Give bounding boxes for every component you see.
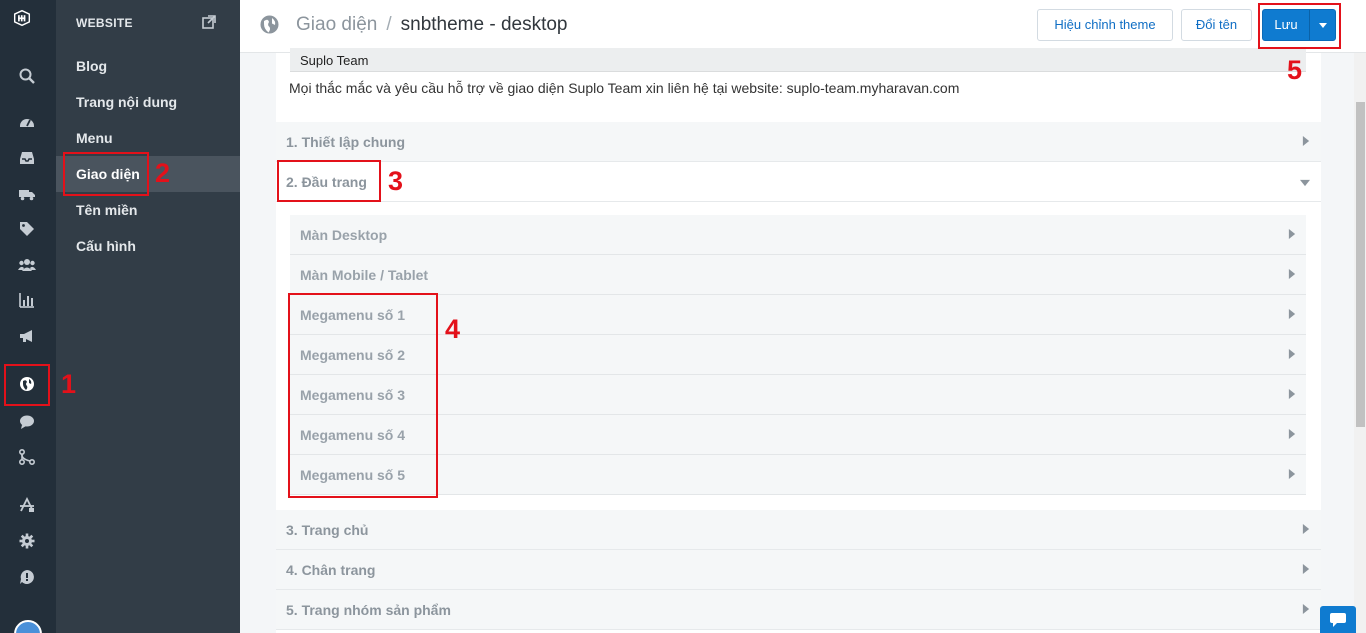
chevron-right-icon <box>1302 136 1310 146</box>
chat-bubble-icon <box>1330 612 1346 627</box>
section-collection-page[interactable]: 5. Trang nhóm sản phẩm <box>276 590 1321 630</box>
apps-icon[interactable] <box>16 494 38 516</box>
sidebar-item-settings[interactable]: Cấu hình <box>56 228 240 264</box>
website-sidebar: WEBSITE Blog Trang nội dung Menu Giao di… <box>56 0 240 633</box>
breadcrumb-separator: / <box>386 14 392 35</box>
chevron-right-icon <box>1302 564 1310 574</box>
top-bar: Giao diện / snbtheme - desktop Hiệu chỉnh … <box>240 0 1366 53</box>
annotation-number-4: 4 <box>445 314 461 344</box>
annotation-number-5: 5 <box>1287 55 1303 85</box>
avatar[interactable] <box>14 620 42 633</box>
chevron-right-icon <box>1302 524 1310 534</box>
chat-widget[interactable] <box>1320 606 1356 633</box>
truck-icon[interactable] <box>16 183 38 205</box>
subitem-megamenu-1[interactable]: Megamenu số 1 <box>290 295 1306 335</box>
sidebar-item-pages[interactable]: Trang nội dung <box>56 84 240 120</box>
external-link-icon[interactable] <box>202 15 216 29</box>
annotation-number-1: 1 <box>61 369 77 399</box>
section-label: 1. Thiết lập chung <box>286 134 406 150</box>
help-icon[interactable] <box>16 566 38 588</box>
suplo-team-label: Suplo Team <box>290 48 1306 72</box>
support-note: Mọi thắc mắc và yêu cầu hỗ trợ về giao d… <box>289 80 960 96</box>
breadcrumb: Giao diện / snbtheme - desktop <box>296 14 568 36</box>
section-header[interactable]: 2. Đầu trang <box>276 162 1321 202</box>
chevron-right-icon <box>1288 309 1296 319</box>
megaphone-icon[interactable] <box>16 325 38 347</box>
section-label: 4. Chân trang <box>286 562 376 578</box>
scrollbar-thumb[interactable] <box>1356 102 1365 427</box>
search-icon[interactable] <box>16 65 38 87</box>
subitem-label: Màn Mobile / Tablet <box>300 267 429 283</box>
annotation-box-2 <box>63 152 149 196</box>
sidebar-header: WEBSITE <box>76 16 133 30</box>
chevron-right-icon <box>1288 429 1296 439</box>
subitem-megamenu-4[interactable]: Megamenu số 4 <box>290 415 1306 455</box>
branch-icon[interactable] <box>16 446 38 468</box>
chevron-right-icon <box>1288 349 1296 359</box>
chevron-right-icon <box>1288 469 1296 479</box>
icon-rail <box>0 0 56 633</box>
chevron-right-icon <box>1288 389 1296 399</box>
page-title: snbtheme - desktop <box>400 14 568 35</box>
rename-button[interactable]: Đổi tên <box>1181 9 1252 41</box>
tag-icon[interactable] <box>16 218 38 240</box>
section-footer[interactable]: 4. Chân trang <box>276 550 1321 590</box>
subitem-megamenu-3[interactable]: Megamenu số 3 <box>290 375 1306 415</box>
annotation-box-1 <box>4 364 50 406</box>
annotation-box-5 <box>1258 3 1341 49</box>
haravan-logo[interactable] <box>13 9 45 39</box>
annotation-box-4 <box>288 293 438 498</box>
subitem-label: Màn Desktop <box>300 227 388 243</box>
breadcrumb-parent[interactable]: Giao diện <box>296 14 377 35</box>
sidebar-item-blog[interactable]: Blog <box>56 48 240 84</box>
section-label: 5. Trang nhóm sản phẩm <box>286 602 451 618</box>
section-label: 3. Trang chủ <box>286 522 369 538</box>
annotation-number-3: 3 <box>388 166 404 196</box>
subitem-megamenu-5[interactable]: Megamenu số 5 <box>290 455 1306 495</box>
users-icon[interactable] <box>16 254 38 276</box>
section-general-settings[interactable]: 1. Thiết lập chung <box>276 122 1321 162</box>
annotation-box-3 <box>277 160 381 202</box>
chevron-right-icon <box>1288 229 1296 239</box>
globe-icon <box>259 14 280 35</box>
sidebar-item-menu[interactable]: Menu <box>56 120 240 156</box>
dashboard-icon[interactable] <box>16 111 38 133</box>
section-homepage[interactable]: 3. Trang chủ <box>276 510 1321 550</box>
subitem-megamenu-2[interactable]: Megamenu số 2 <box>290 335 1306 375</box>
chevron-right-icon <box>1288 269 1296 279</box>
subitem-desktop[interactable]: Màn Desktop <box>290 215 1306 255</box>
settings-icon[interactable] <box>16 530 38 552</box>
chevron-down-icon <box>1300 179 1310 187</box>
sidebar-item-domains[interactable]: Tên miền <box>56 192 240 228</box>
bar-chart-icon[interactable] <box>16 289 38 311</box>
inbox-icon[interactable] <box>16 147 38 169</box>
chevron-right-icon <box>1302 604 1310 614</box>
subitem-mobile-tablet[interactable]: Màn Mobile / Tablet <box>290 255 1306 295</box>
annotation-number-2: 2 <box>155 158 171 188</box>
chat-icon[interactable] <box>16 411 38 433</box>
edit-theme-button[interactable]: Hiệu chỉnh theme <box>1037 9 1173 41</box>
